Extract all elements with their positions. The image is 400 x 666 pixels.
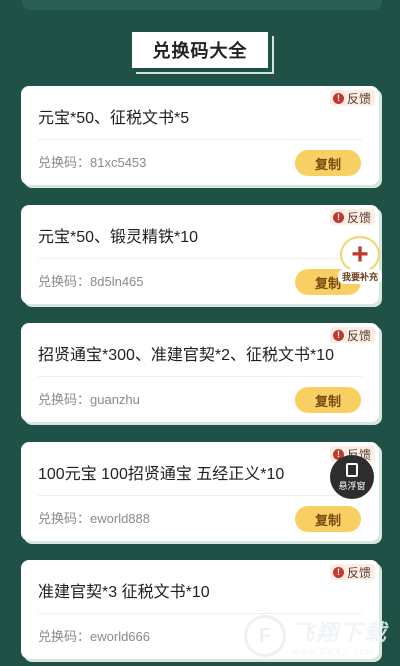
alert-icon: !: [332, 211, 344, 223]
code-value: 8d5ln465: [90, 274, 144, 289]
code-value: eworld666: [90, 629, 151, 644]
alert-icon: !: [332, 329, 344, 341]
watermark-name: 飞翔下载: [292, 619, 389, 645]
feedback-label: 反馈: [346, 565, 371, 580]
code-value: eworld888: [90, 511, 151, 526]
alert-icon: !: [332, 566, 344, 578]
reward-text: 元宝*50、锻灵精铁*10: [38, 229, 199, 246]
floating-window-button[interactable]: 悬浮窗: [330, 455, 374, 499]
supplement-label: 我要补充: [337, 269, 382, 284]
code-row: 兑换码：eworld666: [38, 626, 150, 645]
reward-text: 准建官契*3 征税文书*10: [38, 584, 210, 601]
divider: [38, 139, 362, 140]
code-value: guanzhu: [90, 392, 140, 407]
divider: [38, 495, 362, 496]
code-label: 兑换码：: [38, 392, 91, 407]
code-label: 兑换码：: [38, 511, 91, 526]
code-row: 兑换码：8d5ln465: [38, 271, 144, 290]
code-label: 兑换码：: [38, 155, 91, 170]
supplement-float-button[interactable]: + 我要补充: [334, 236, 386, 284]
watermark: F 飞翔下载 www.FXXZ.com: [244, 608, 394, 664]
copy-button[interactable]: 复制: [295, 150, 361, 176]
reward-text: 元宝*50、征税文书*5: [38, 110, 190, 127]
copy-button[interactable]: 复制: [295, 387, 361, 413]
code-label: 兑换码：: [38, 274, 91, 289]
code-label: 兑换码：: [38, 629, 91, 644]
code-card: ! 反馈 元宝*50、征税文书*5 兑换码：81xc5453 复制: [21, 86, 379, 185]
watermark-logo-icon: F: [244, 615, 286, 657]
code-card: ! 反馈 100元宝 100招贤通宝 五经正义*10 兑换码：eworld888…: [21, 442, 379, 541]
code-row: 兑换码：eworld888: [38, 508, 150, 527]
feedback-label: 反馈: [346, 210, 371, 225]
divider: [38, 258, 362, 259]
code-row: 兑换码：guanzhu: [38, 389, 140, 408]
divider: [38, 376, 362, 377]
section-title: 兑换码大全: [132, 32, 274, 74]
reward-text: 招贤通宝*300、准建官契*2、征税文书*10: [38, 347, 335, 364]
feedback-label: 反馈: [346, 328, 371, 343]
alert-icon: !: [332, 92, 344, 104]
floating-window-icon: [346, 462, 358, 477]
feedback-label: 反馈: [346, 91, 371, 106]
floating-window-label: 悬浮窗: [338, 480, 366, 491]
copy-button[interactable]: 复制: [295, 506, 361, 532]
code-card: ! 反馈 招贤通宝*300、准建官契*2、征税文书*10 兑换码：guanzhu…: [21, 323, 379, 422]
plus-icon: +: [340, 236, 380, 273]
top-panel-edge: [22, 0, 382, 10]
watermark-url: www.FXXZ.com: [292, 646, 376, 658]
reward-text: 100元宝 100招贤通宝 五经正义*10: [38, 466, 285, 483]
code-card: ! 反馈 元宝*50、锻灵精铁*10 兑换码：8d5ln465 复制: [21, 205, 379, 304]
code-value: 81xc5453: [90, 155, 147, 170]
code-row: 兑换码：81xc5453: [38, 152, 146, 171]
